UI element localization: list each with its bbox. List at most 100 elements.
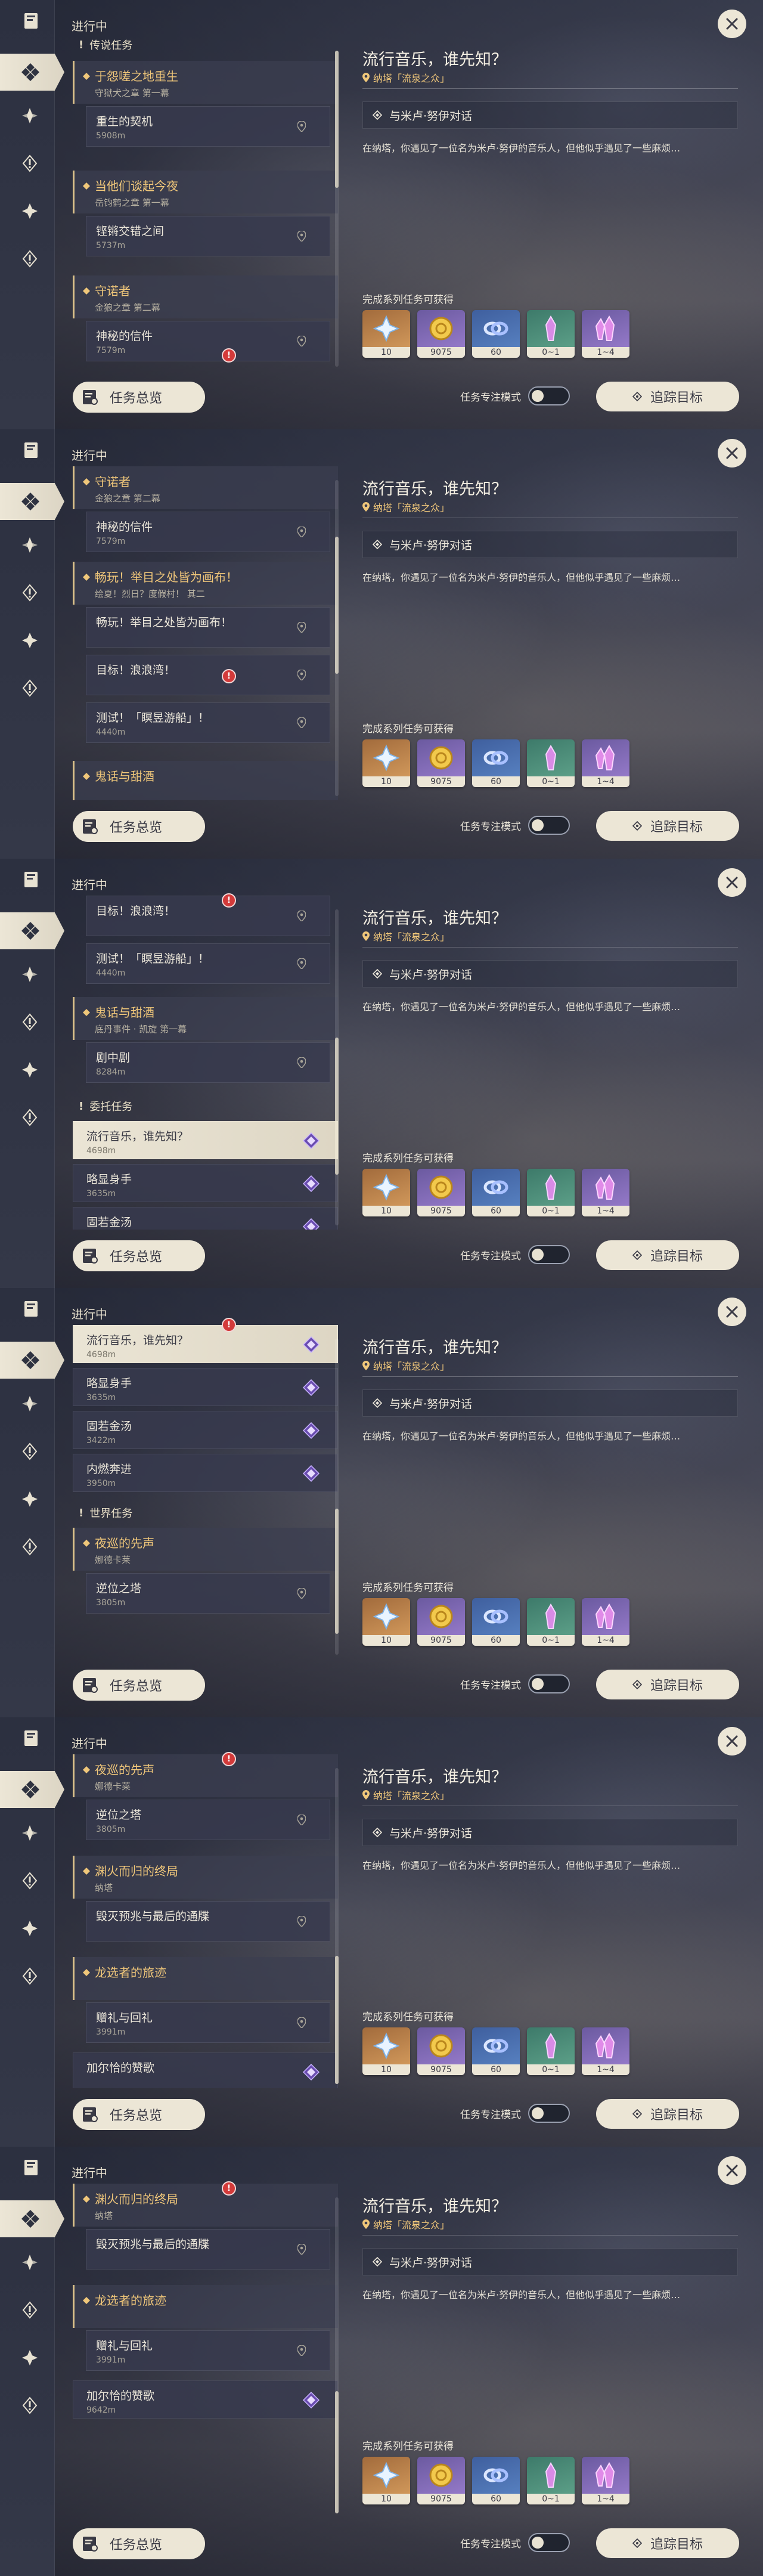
quest-list[interactable]: !委托任务流行音乐，谁先知？4698m略显身手3635m固若金汤3422m内燃奔… — [73, 1325, 338, 1659]
commission-item[interactable]: 略显身手 3635m — [73, 1368, 338, 1406]
quest-list[interactable]: 目标！浪浪湾！ 测试！「瞑昱游船」！ 4440m 鬼话与甜酒 底丹事件 · 凯旋 第一幕… — [73, 896, 338, 1230]
quest-chapter-header[interactable]: 于怨嗟之地重生 守狱犬之章 第一幕 — [73, 61, 338, 104]
scrollbar-thumb[interactable] — [335, 1956, 339, 2084]
rail-item-legend[interactable] — [18, 2298, 42, 2322]
focus-mode-toggle[interactable] — [528, 816, 570, 835]
quest-step-item[interactable]: 畅玩！举目之处皆为画布！ — [86, 607, 330, 648]
reward-item[interactable]: 1~4 — [582, 1598, 629, 1646]
reward-item[interactable]: 60 — [472, 1169, 520, 1216]
rail-item-world[interactable] — [18, 2394, 42, 2417]
rail-item-commission[interactable] — [18, 199, 42, 223]
reward-item[interactable]: 60 — [472, 1598, 520, 1646]
rail-item-commission[interactable] — [18, 2346, 42, 2370]
scrollbar-thumb[interactable] — [335, 51, 339, 188]
focus-mode-toggle[interactable] — [528, 2104, 570, 2123]
close-button[interactable] — [718, 1727, 746, 1755]
quest-list[interactable]: ! 传说任务 于怨嗟之地重生 守狱犬之章 第一幕 重生的契机 5908m 当他们谈起今夜 岳钧… — [73, 37, 338, 371]
reward-item[interactable]: 0~1 — [527, 2457, 575, 2504]
reward-item[interactable]: 9075 — [417, 2457, 465, 2504]
quest-step-item[interactable]: 剧中剧 8284m — [86, 1042, 330, 1083]
rail-item-archon[interactable] — [18, 104, 42, 128]
rail-item-world[interactable] — [18, 1106, 42, 1129]
track-target-button[interactable]: 追踪目标 — [596, 811, 739, 841]
rail-item-archon[interactable] — [18, 962, 42, 986]
focus-mode-toggle[interactable] — [528, 1674, 570, 1693]
quest-chapter-header[interactable]: 畅玩！举目之处皆为画布！ 绘夏！烈日？度假村！ 其二 — [73, 562, 338, 605]
overview-button[interactable]: 任务总览 — [73, 382, 205, 413]
rail-item-legend[interactable] — [18, 1439, 42, 1463]
focus-mode-toggle[interactable] — [528, 386, 570, 405]
commission-item-selected[interactable]: 流行音乐，谁先知？ 4698m — [73, 1121, 338, 1159]
rail-item-commission[interactable] — [18, 1487, 42, 1511]
reward-item[interactable]: 0~1 — [527, 1598, 575, 1646]
rail-item-world[interactable] — [18, 676, 42, 700]
reward-item[interactable]: 9075 — [417, 2027, 465, 2075]
rail-item-legend[interactable] — [18, 1010, 42, 1034]
overview-button[interactable]: 任务总览 — [73, 811, 205, 842]
scrollbar[interactable] — [335, 1339, 339, 1655]
quest-step-item[interactable]: 赠礼与回礼 3991m — [86, 2002, 330, 2043]
reward-item[interactable]: 9075 — [417, 310, 465, 358]
quest-list[interactable]: 守诺者 金狼之章 第二幕 神秘的信件 7579m 畅玩！举目之处皆为画布！ 绘夏！烈日？度… — [73, 466, 338, 800]
quest-step-item[interactable]: 逆位之塔 3805m — [86, 1573, 330, 1614]
quest-chapter-header[interactable]: 夜巡的先声 娜德卡莱 — [73, 1754, 338, 1797]
quest-list[interactable]: 夜巡的先声 娜德卡莱 逆位之塔 3805m 渊火而归的终局 纳塔 毁灭预兆与最后的通牒 龙选者… — [73, 1754, 338, 2088]
scrollbar[interactable] — [335, 480, 339, 796]
rail-item-legend[interactable] — [18, 151, 42, 175]
quest-step-item[interactable]: 测试！「瞑昱游船」！ 4440m — [86, 943, 330, 984]
commission-item-selected[interactable]: 流行音乐，谁先知？ 4698m — [73, 1325, 338, 1363]
reward-item[interactable]: 60 — [472, 2457, 520, 2504]
track-target-button[interactable]: 追踪目标 — [596, 1670, 739, 1699]
close-button[interactable] — [718, 2156, 746, 2185]
rail-item-commission[interactable] — [18, 628, 42, 652]
reward-item[interactable]: 1~4 — [582, 2457, 629, 2504]
reward-item[interactable]: 60 — [472, 739, 520, 787]
track-target-button[interactable]: 追踪目标 — [596, 382, 739, 411]
quest-step-item[interactable]: 毁灭预兆与最后的通牒 — [86, 2229, 330, 2270]
reward-item[interactable]: 60 — [472, 310, 520, 358]
commission-item[interactable]: 固若金汤 — [73, 1207, 338, 1230]
commission-item[interactable]: 加尔恰的赞歌 9642m — [73, 2380, 338, 2419]
reward-item[interactable]: 60 — [472, 2027, 520, 2075]
scrollbar[interactable] — [335, 1768, 339, 2084]
quest-chapter-header[interactable]: 守诺者 金狼之章 第二幕 — [73, 275, 338, 318]
quest-list[interactable]: 渊火而归的终局 纳塔 毁灭预兆与最后的通牒 龙选者的旅迹 赠礼与回礼 3991m 加尔恰的赞… — [73, 2184, 338, 2518]
quest-chapter-header[interactable]: 渊火而归的终局 纳塔 — [73, 1856, 338, 1899]
reward-item[interactable]: 9075 — [417, 739, 465, 787]
quest-step-item[interactable]: 目标！浪浪湾！ — [86, 896, 330, 936]
reward-item[interactable]: 10 — [362, 310, 410, 358]
close-button[interactable] — [718, 868, 746, 897]
reward-item[interactable]: 10 — [362, 2457, 410, 2504]
close-button[interactable] — [718, 1298, 746, 1326]
reward-item[interactable]: 9075 — [417, 1169, 465, 1216]
quest-step-item[interactable]: 神秘的信件 7579m — [86, 512, 330, 552]
rail-item-archon[interactable] — [18, 1392, 42, 1416]
scrollbar-thumb[interactable] — [335, 2391, 339, 2513]
quest-chapter-header[interactable]: 渊火而归的终局 纳塔 — [73, 2184, 338, 2227]
quest-step-item[interactable]: 赠礼与回礼 3991m — [86, 2330, 330, 2371]
track-target-button[interactable]: 追踪目标 — [596, 2099, 739, 2129]
scrollbar[interactable] — [335, 51, 339, 367]
quest-step-item[interactable]: 测试！「瞑昱游船」！ 4440m — [86, 702, 330, 743]
reward-item[interactable]: 0~1 — [527, 310, 575, 358]
rail-item-world[interactable] — [18, 1535, 42, 1559]
quest-chapter-header[interactable]: 鬼话与甜酒 底丹事件 · 凯旋 第一幕 — [73, 997, 338, 1040]
overview-button[interactable]: 任务总览 — [73, 2099, 205, 2130]
quest-step-item[interactable]: 重生的契机 5908m — [86, 106, 330, 147]
scrollbar[interactable] — [335, 2197, 339, 2513]
close-button[interactable] — [718, 439, 746, 467]
quest-step-item[interactable]: 铿锵交错之间 5737m — [86, 216, 330, 256]
commission-item[interactable]: 固若金汤 3422m — [73, 1411, 338, 1449]
quest-chapter-header[interactable]: 鬼话与甜酒 — [73, 761, 338, 800]
reward-item[interactable]: 1~4 — [582, 739, 629, 787]
rail-item-archon[interactable] — [18, 533, 42, 557]
quest-chapter-header[interactable]: 龙选者的旅迹 — [73, 1957, 338, 2000]
reward-item[interactable]: 0~1 — [527, 2027, 575, 2075]
reward-item[interactable]: 10 — [362, 1169, 410, 1216]
rail-item-archon[interactable] — [18, 2250, 42, 2274]
quest-step-item[interactable]: 毁灭预兆与最后的通牒 — [86, 1901, 330, 1942]
reward-item[interactable]: 10 — [362, 739, 410, 787]
scrollbar-thumb[interactable] — [335, 537, 339, 674]
commission-item[interactable]: 内燃奔进 3950m — [73, 1454, 338, 1492]
reward-item[interactable]: 1~4 — [582, 2027, 629, 2075]
